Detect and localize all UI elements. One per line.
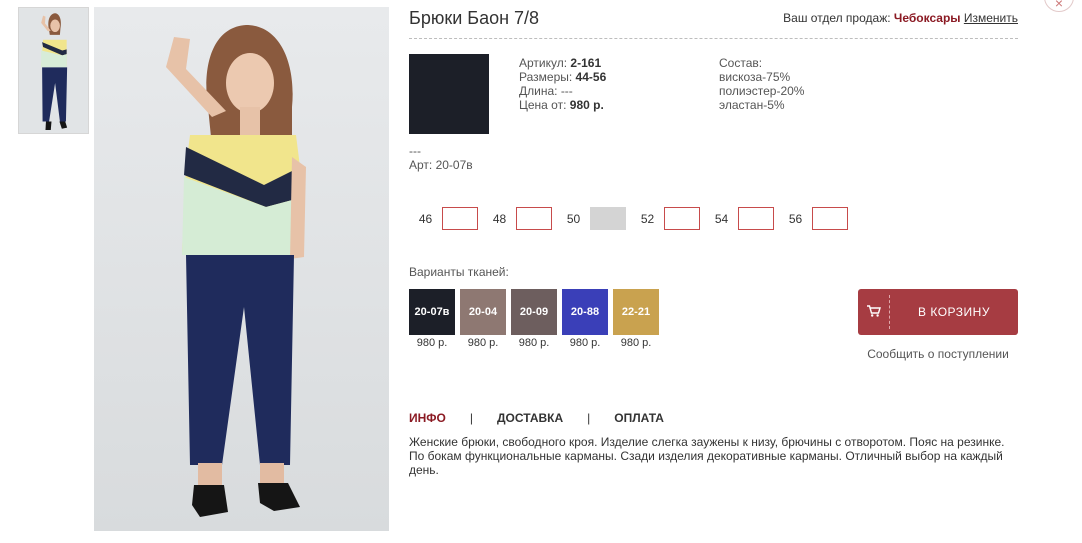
size-quantity-input[interactable]	[812, 207, 848, 230]
art-dash: ---	[409, 144, 421, 158]
size-selector: 46 48 50 52 54 56	[409, 207, 853, 230]
change-dept-link[interactable]: Изменить	[964, 11, 1018, 25]
fabric-variant-price: 980 р.	[416, 337, 448, 349]
size-label: 50	[566, 211, 581, 226]
tab-separator: |	[587, 411, 591, 425]
close-button[interactable]: ×	[1044, 0, 1074, 12]
product-title: Брюки Баон 7/8	[409, 8, 540, 28]
product-thumbnail[interactable]	[18, 7, 89, 134]
fabric-variant-swatch: 20-07в	[409, 289, 455, 335]
spec-sizes: Размеры: 44-56	[519, 70, 607, 84]
product-composition: Состав: вискоза-75% полиэстер-20% эласта…	[719, 56, 804, 112]
sales-department: Ваш отдел продаж: Чебоксары Изменить	[783, 11, 1018, 25]
size-option: 56	[779, 207, 853, 230]
spec-length: Длина: ---	[519, 84, 573, 98]
fabric-variants: 20-07в 980 р. 20-04 980 р. 20-09 980 р. …	[409, 289, 664, 349]
dept-label: Ваш отдел продаж:	[783, 11, 891, 25]
dept-city: Чебоксары	[893, 11, 961, 25]
size-option: 46	[409, 207, 483, 230]
fabric-variant-swatch: 20-09	[511, 289, 557, 335]
fabric-variants-label: Варианты тканей:	[409, 265, 509, 279]
fabric-variant[interactable]: 20-88 980 р.	[562, 289, 608, 349]
header-divider	[409, 38, 1018, 39]
tab-delivery[interactable]: ДОСТАВКА	[497, 411, 563, 425]
fabric-variant-swatch: 20-04	[460, 289, 506, 335]
size-quantity-input[interactable]	[664, 207, 700, 230]
size-quantity-input-disabled	[590, 207, 626, 230]
close-icon: ×	[1054, 0, 1064, 11]
fabric-variant-swatch: 22-21	[613, 289, 659, 335]
tab-payment[interactable]: ОПЛАТА	[614, 411, 664, 425]
size-label: 46	[418, 211, 433, 226]
product-main-photo[interactable]	[94, 7, 389, 531]
model-thumbnail-image	[19, 8, 88, 133]
fabric-variant[interactable]: 20-09 980 р.	[511, 289, 557, 349]
size-quantity-input[interactable]	[516, 207, 552, 230]
notify-arrival-link[interactable]: Сообщить о поступлении	[858, 347, 1018, 361]
main-fabric-swatch	[409, 54, 489, 134]
composition-label: Состав:	[719, 56, 763, 70]
size-option: 48	[483, 207, 557, 230]
composition-item: вискоза-75%	[719, 70, 791, 84]
size-quantity-input[interactable]	[738, 207, 774, 230]
model-photo-image	[94, 7, 389, 531]
size-option: 52	[631, 207, 705, 230]
fabric-variant-price: 980 р.	[620, 337, 652, 349]
cart-button-label: В КОРЗИНУ	[918, 305, 990, 319]
fabric-variant-price: 980 р.	[569, 337, 601, 349]
fabric-variant-price: 980 р.	[467, 337, 499, 349]
composition-item: полиэстер-20%	[719, 84, 805, 98]
cart-icon	[858, 304, 889, 320]
product-specs: Артикул: 2-161 Размеры: 44-56 Длина: ---…	[519, 56, 606, 112]
size-label: 54	[714, 211, 729, 226]
fabric-variant-swatch: 20-88	[562, 289, 608, 335]
size-option: 50	[557, 207, 631, 230]
add-to-cart-button[interactable]: В КОРЗИНУ	[858, 289, 1018, 335]
size-quantity-input[interactable]	[442, 207, 478, 230]
size-option: 54	[705, 207, 779, 230]
fabric-variant-price: 980 р.	[518, 337, 550, 349]
size-label: 52	[640, 211, 655, 226]
fabric-variant[interactable]: 20-04 980 р.	[460, 289, 506, 349]
size-label: 56	[788, 211, 803, 226]
product-description: Женские брюки, свободного кроя. Изделие …	[409, 435, 1005, 477]
size-label: 48	[492, 211, 507, 226]
spec-article: Артикул: 2-161	[519, 56, 602, 70]
info-tabs: ИНФО | ДОСТАВКА | ОПЛАТА	[409, 411, 664, 425]
spec-price: Цена от: 980 р.	[519, 98, 604, 112]
tab-info[interactable]: ИНФО	[409, 411, 446, 425]
composition-item: эластан-5%	[719, 98, 785, 112]
tab-separator: |	[469, 411, 473, 425]
fabric-variant[interactable]: 22-21 980 р.	[613, 289, 659, 349]
fabric-variant[interactable]: 20-07в 980 р.	[409, 289, 455, 349]
art-code: Арт: 20-07в	[409, 158, 473, 172]
